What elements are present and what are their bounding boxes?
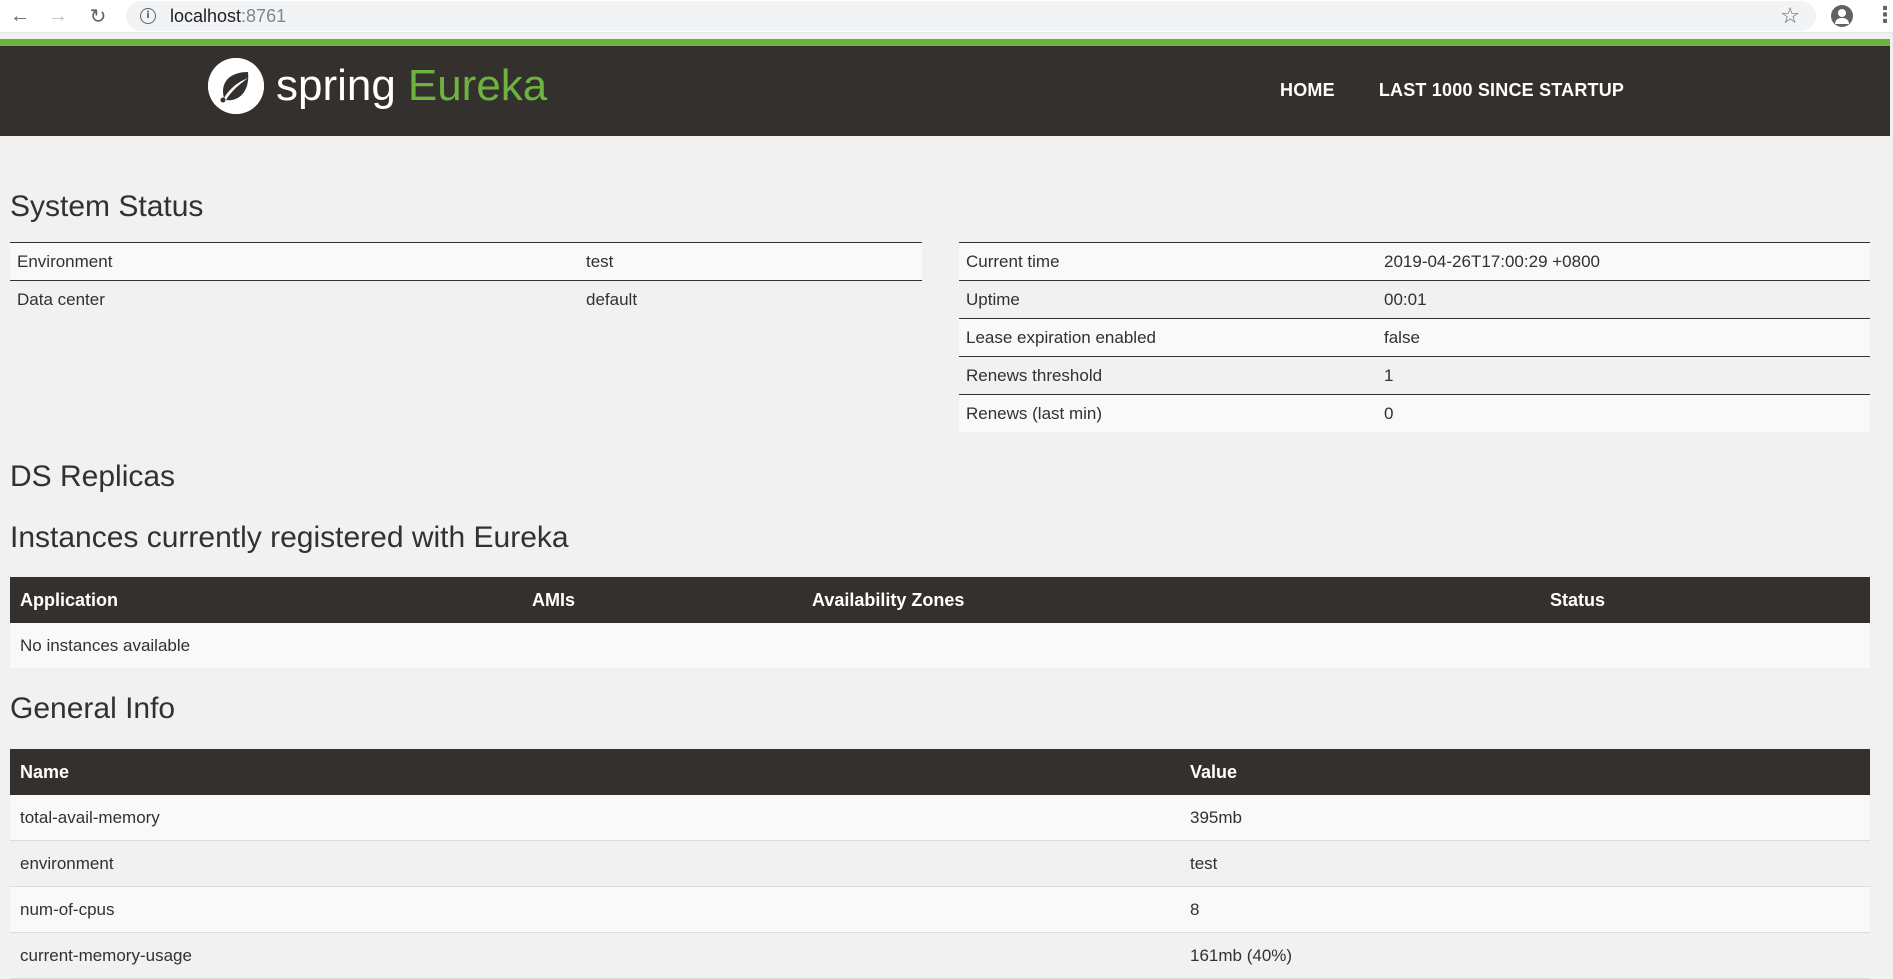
table-header-row: Application AMIs Availability Zones Stat…	[10, 577, 1870, 623]
top-nav: HOME LAST 1000 SINCE STARTUP	[1280, 80, 1668, 101]
instances-table: Application AMIs Availability Zones Stat…	[10, 577, 1870, 668]
table-row: Data center default	[10, 280, 922, 318]
general-info-table: Name Value total-avail-memory 395mb envi…	[10, 749, 1870, 979]
address-bar[interactable]: i localhost:8761 ☆	[126, 1, 1816, 31]
general-info-title: General Info	[10, 692, 176, 725]
info-value: 8	[1180, 886, 1870, 933]
system-status-right-table: Current time 2019-04-26T17:00:29 +0800 U…	[959, 242, 1870, 432]
table-row: Lease expiration enabled false	[959, 318, 1870, 357]
table-header-row: Name Value	[10, 749, 1870, 795]
system-status-left-table: Environment test Data center default	[10, 242, 922, 318]
info-name: environment	[10, 840, 1180, 887]
status-key: Uptime	[959, 280, 1377, 319]
table-row: Uptime 00:01	[959, 280, 1870, 319]
system-status-title: System Status	[10, 190, 204, 223]
table-row: Current time 2019-04-26T17:00:29 +0800	[959, 242, 1870, 281]
status-key: Lease expiration enabled	[959, 318, 1377, 357]
status-key: Renews threshold	[959, 356, 1377, 395]
nav-last-1000-link[interactable]: LAST 1000 SINCE STARTUP	[1379, 80, 1624, 101]
status-key: Data center	[10, 280, 579, 318]
status-value: false	[1377, 318, 1870, 357]
instances-title: Instances currently registered with Eure…	[10, 521, 569, 554]
status-value: 1	[1377, 356, 1870, 395]
status-value: 0	[1377, 394, 1870, 432]
status-value: 2019-04-26T17:00:29 +0800	[1377, 242, 1870, 281]
info-value: 395mb	[1180, 795, 1870, 841]
ds-replicas-title: DS Replicas	[10, 460, 176, 493]
table-row: environment test	[10, 840, 1870, 887]
table-row: Environment test	[10, 242, 922, 281]
table-row: No instances available	[10, 623, 1870, 668]
profile-icon[interactable]	[1831, 5, 1853, 27]
nav-home-link[interactable]: HOME	[1280, 80, 1335, 101]
spring-leaf-icon	[208, 58, 264, 114]
info-icon[interactable]: i	[140, 8, 156, 24]
table-row: total-avail-memory 395mb	[10, 795, 1870, 841]
app-header: spring Eureka HOME LAST 1000 SINCE START…	[0, 39, 1890, 136]
status-value: 00:01	[1377, 280, 1870, 319]
table-row: num-of-cpus 8	[10, 886, 1870, 933]
status-value: test	[579, 242, 922, 281]
spring-eureka-logo[interactable]: spring Eureka	[208, 58, 547, 114]
status-key: Renews (last min)	[959, 394, 1377, 432]
bookmark-star-icon[interactable]: ☆	[1780, 3, 1800, 29]
column-header-name: Name	[10, 749, 1180, 795]
info-value: 161mb (40%)	[1180, 932, 1870, 979]
column-header-status: Status	[1540, 577, 1870, 623]
table-row: Renews threshold 1	[959, 356, 1870, 395]
logo-eureka-text: Eureka	[407, 61, 548, 110]
browser-toolbar: ← → ↻ i localhost:8761 ☆ ⋮	[0, 0, 1893, 33]
menu-dots-icon[interactable]: ⋮	[1874, 2, 1893, 28]
logo-spring-text: spring	[276, 61, 396, 110]
info-name: current-memory-usage	[10, 932, 1180, 979]
info-name: total-avail-memory	[10, 795, 1180, 841]
no-instances-message: No instances available	[10, 623, 1870, 668]
reload-icon[interactable]: ↻	[86, 4, 110, 28]
column-header-availability-zones: Availability Zones	[802, 577, 1540, 623]
status-key: Environment	[10, 242, 579, 281]
url-text: localhost:8761	[170, 5, 287, 26]
status-value: default	[579, 280, 922, 318]
table-row: Renews (last min) 0	[959, 394, 1870, 432]
info-name: num-of-cpus	[10, 886, 1180, 933]
column-header-application: Application	[10, 577, 522, 623]
back-arrow-icon[interactable]: ←	[8, 4, 32, 28]
table-row: current-memory-usage 161mb (40%)	[10, 932, 1870, 979]
info-value: test	[1180, 840, 1870, 887]
column-header-value: Value	[1180, 749, 1870, 795]
forward-arrow-icon[interactable]: →	[46, 4, 70, 28]
column-header-amis: AMIs	[522, 577, 802, 623]
status-key: Current time	[959, 242, 1377, 281]
